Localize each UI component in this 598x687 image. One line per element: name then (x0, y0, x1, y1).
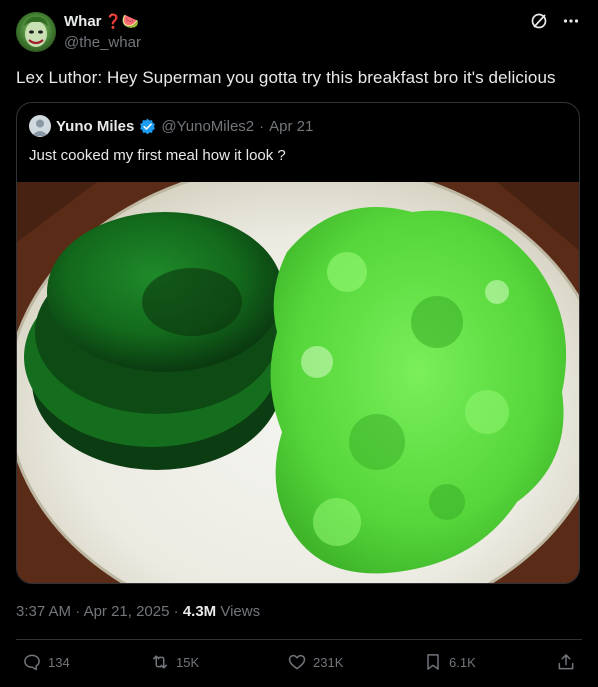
top-icons (530, 12, 580, 30)
tweet-timestamp: 3:37 AM · Apr 21, 2025 · 4.3M Views (16, 603, 260, 620)
tweet-text: Lex Luthor: Hey Superman you gotta try t… (16, 68, 556, 87)
quoted-tweet-header: Yuno Miles @YunoMiles2 · Apr 21 (29, 115, 313, 137)
bookmark-button[interactable]: 6.1K (423, 652, 476, 672)
quoted-tweet-text: Just cooked my first meal how it look ? (29, 147, 286, 164)
quoted-tweet-image[interactable] (17, 182, 579, 583)
tweet-time[interactable]: 3:37 AM (16, 603, 71, 620)
repost-count: 15K (176, 654, 200, 670)
quoted-author-handle[interactable]: @YunoMiles2 (161, 118, 254, 135)
share-button[interactable] (556, 652, 576, 672)
author-handle[interactable]: @the_whar (64, 34, 141, 51)
author-name-row[interactable]: Whar ❓🍉 (64, 13, 139, 30)
author-name[interactable]: Whar (64, 13, 102, 30)
reply-count: 134 (48, 654, 70, 670)
quoted-author-avatar[interactable] (29, 115, 51, 137)
quoted-author-name[interactable]: Yuno Miles (56, 118, 134, 135)
green-breakfast-photo-icon (17, 182, 579, 583)
like-count: 231K (313, 654, 344, 670)
action-bar: 134 15K 231K 6.1K (16, 652, 582, 676)
bookmark-icon (427, 654, 439, 670)
heart-icon (288, 654, 306, 670)
repost-icon (153, 655, 167, 669)
divider (16, 639, 582, 640)
quoted-date[interactable]: Apr 21 (269, 118, 313, 135)
views-label: Views (220, 603, 261, 620)
author-avatar[interactable] (16, 12, 56, 52)
share-icon (558, 654, 574, 670)
like-button[interactable]: 231K (287, 652, 343, 672)
default-avatar-icon (32, 119, 48, 136)
quoted-tweet[interactable]: Yuno Miles @YunoMiles2 · Apr 21 Just coo… (16, 102, 580, 584)
timestamp-separator-1: · (75, 603, 81, 620)
author-emojis: ❓🍉 (104, 13, 140, 29)
views-count: 4.3M (182, 603, 217, 620)
verified-badge-icon (139, 118, 156, 135)
quoted-separator: · (259, 117, 265, 135)
joker-avatar-icon (24, 16, 48, 47)
reply-button[interactable]: 134 (22, 652, 70, 672)
reply-icon (24, 654, 40, 671)
tweet-date[interactable]: Apr 21, 2025 (84, 603, 170, 620)
timestamp-separator-2: · (173, 603, 179, 620)
more-options-icon[interactable] (562, 12, 580, 30)
bookmark-count: 6.1K (449, 654, 476, 670)
grok-icon[interactable] (530, 12, 548, 30)
repost-button[interactable]: 15K (150, 652, 199, 672)
